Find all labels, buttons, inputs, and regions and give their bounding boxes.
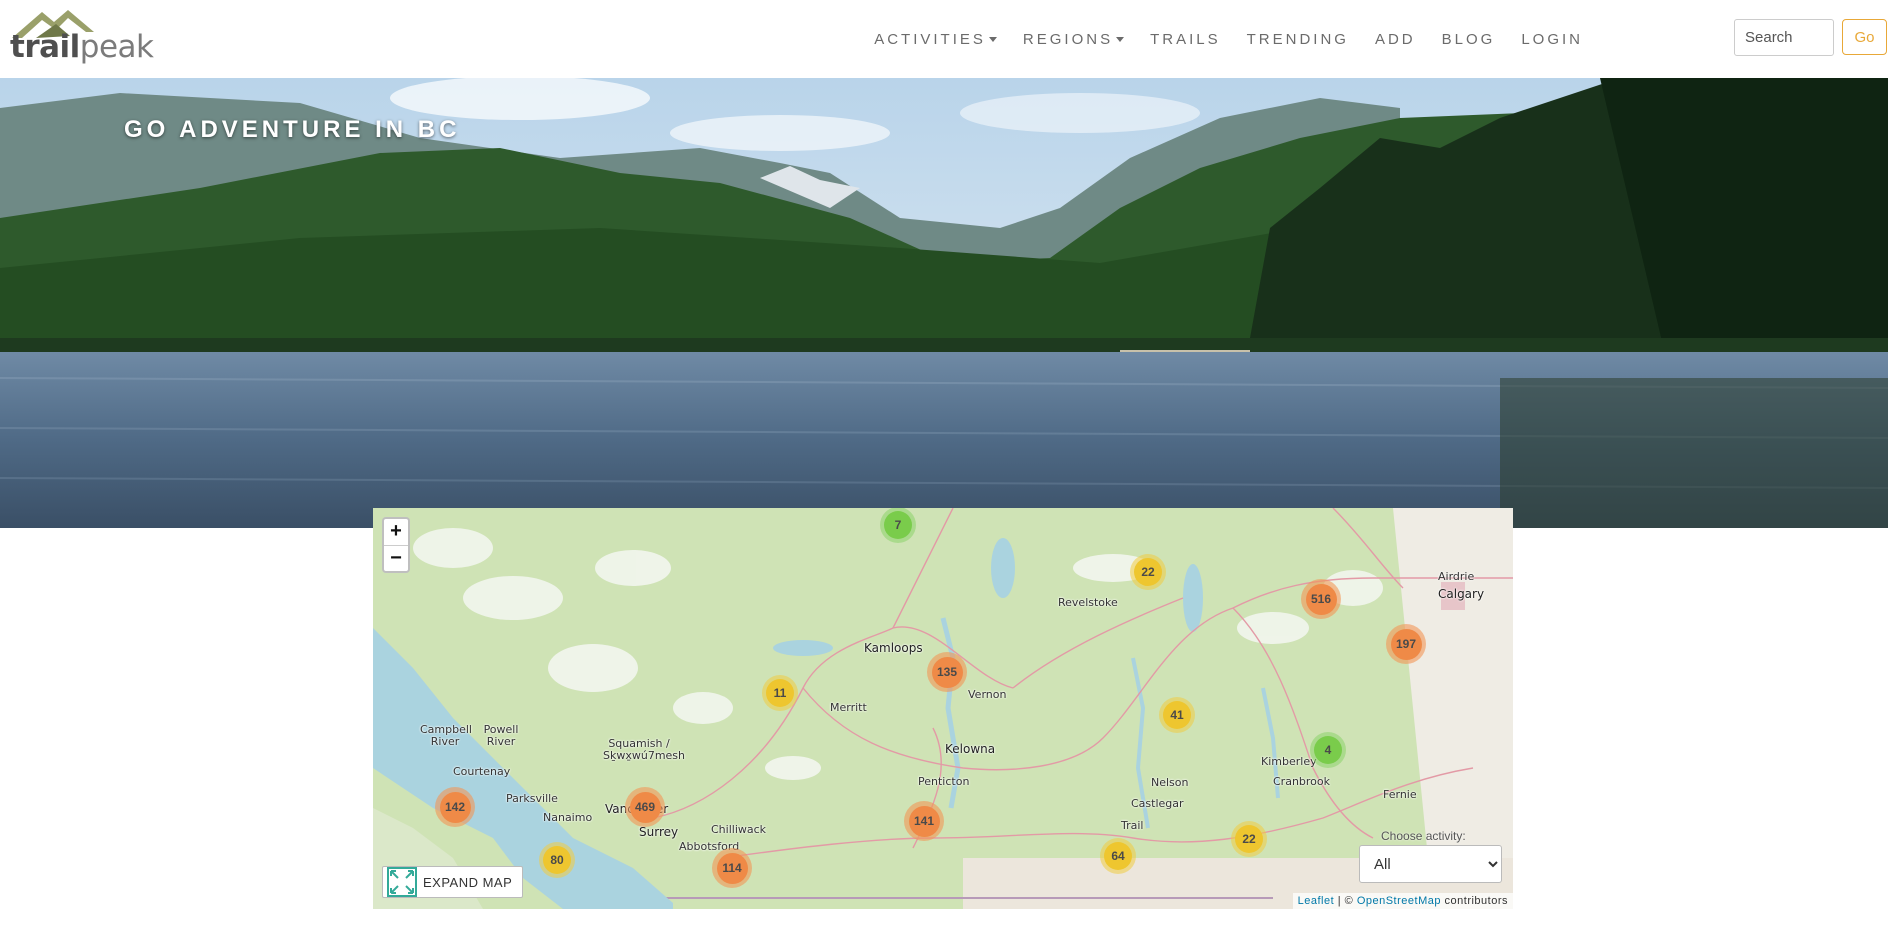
map-label-cranbrook: Cranbrook [1273,775,1331,788]
map-label-kelowna: Kelowna [945,742,996,756]
map-cluster-marker[interactable]: 135 [927,652,967,692]
expand-map-label: EXPAND MAP [423,874,513,890]
map-label-trail: Trail [1121,819,1144,832]
leaflet-link[interactable]: Leaflet [1298,895,1335,907]
map-cluster-marker[interactable]: 142 [435,787,475,827]
map-label-revelstoke: Revelstoke [1058,596,1118,609]
nav-item-label: TRAILS [1150,30,1221,48]
map-cluster-marker[interactable]: 469 [625,787,665,827]
nav-item-add[interactable]: ADD [1375,31,1416,48]
nav-item-label: ACTIVITIES [874,30,986,48]
map-cluster-marker[interactable]: 80 [539,842,575,878]
search-input[interactable] [1734,19,1834,56]
map-attribution: Leaflet | © OpenStreetMap contributors [1292,893,1513,909]
zoom-control: + − [382,517,410,573]
site-header: trailpeak ACTIVITIES REGIONS TRAILS TRENDIN… [0,0,1888,78]
attribution-tail: contributors [1440,895,1508,907]
nav-item-label: TRENDING [1246,30,1349,48]
map-cluster-marker[interactable]: 197 [1386,624,1426,664]
zoom-out-button[interactable]: − [384,545,408,571]
map-label-squamish: Squamish / Sḵwx̱wú7mesh [603,737,686,763]
cluster-count: 135 [931,656,963,688]
activity-select[interactable]: All [1359,845,1502,883]
go-button[interactable]: Go [1842,19,1887,55]
attribution-separator: | © [1334,895,1357,907]
map-cluster-marker[interactable]: 22 [1130,554,1166,590]
logo-text-peak: peak [79,29,154,65]
map-cluster-marker[interactable]: 4 [1310,732,1346,768]
map-label-penticton: Penticton [918,775,970,788]
cluster-count: 197 [1390,628,1422,660]
map-label-campbell: Campbell River [420,723,472,749]
map-label-airdrie: Airdrie [1438,570,1475,583]
caret-down-icon [1116,36,1125,42]
map-cluster-marker[interactable]: 11 [762,675,798,711]
cluster-count: 64 [1104,842,1132,870]
expand-map-button[interactable]: EXPAND MAP [382,866,524,898]
main-nav: ACTIVITIES REGIONS TRAILS TRENDING ADD BLOG LO… [848,0,1583,78]
cluster-count: 11 [766,679,794,707]
trailpeak-logo[interactable]: trailpeak [10,8,154,68]
nav-item-label: REGIONS [1022,30,1114,48]
nav-item-regions[interactable]: REGIONS [1022,30,1125,48]
logo-text-trail: trail [10,29,80,65]
cluster-count: 142 [439,791,471,823]
map-label-castlegar: Castlegar [1131,797,1184,810]
map-label-kimberley: Kimberley [1261,755,1317,768]
cluster-count: 22 [1134,558,1162,586]
nav-item-label: LOGIN [1521,30,1583,48]
map-label-kamloops: Kamloops [864,641,923,655]
cluster-count: 22 [1235,825,1263,853]
map-label-nelson: Nelson [1151,776,1189,789]
map-label-surrey: Surrey [639,825,679,839]
cluster-count: 7 [884,511,912,539]
map-label-fernie: Fernie [1383,788,1417,801]
nav-item-activities[interactable]: ACTIVITIES [874,31,997,48]
nav-item-login[interactable]: LOGIN [1521,31,1583,48]
map-cluster-marker[interactable]: 64 [1100,838,1136,874]
map-cluster-marker[interactable]: 114 [712,848,752,888]
map-label-chilliwack: Chilliwack [711,823,767,836]
hero-banner: GO ADVENTURE IN BC [0,78,1888,528]
cluster-count: 141 [908,805,940,837]
openstreetmap-link[interactable]: OpenStreetMap [1357,895,1441,907]
nav-item-trending[interactable]: TRENDING [1247,31,1349,48]
nav-item-label: ADD [1374,30,1416,48]
cluster-count: 114 [716,852,748,884]
nav-item-label: BLOG [1441,30,1496,48]
map-label-courtenay: Courtenay [453,765,511,778]
map-label-nanaimo: Nanaimo [543,811,593,824]
map-cluster-marker[interactable]: 516 [1301,579,1341,619]
lake-landscape-image [0,78,1888,528]
expand-icon [387,867,417,897]
map-label-calgary: Calgary [1438,587,1485,601]
cluster-count: 80 [543,846,571,874]
nav-item-trails[interactable]: TRAILS [1150,31,1221,48]
map-cluster-marker[interactable]: 41 [1159,697,1195,733]
cluster-count: 41 [1163,701,1191,729]
caret-down-icon [988,36,997,42]
map-cluster-marker[interactable]: 141 [904,801,944,841]
cluster-count: 516 [1305,583,1337,615]
logo-wordmark: trailpeak [10,29,154,65]
choose-activity-label: Choose activity: [1381,829,1466,843]
map-label-parksville: Parksville [506,792,558,805]
map-label-powell: Powell River [483,723,519,749]
map-label-vernon: Vernon [968,688,1007,701]
cluster-count: 4 [1314,736,1342,764]
trail-map[interactable]: Airdrie Calgary Revelstoke Kamloops Vernon Me… [373,508,1513,909]
hero-title: GO ADVENTURE IN BC [124,116,461,143]
map-label-merritt: Merritt [830,701,867,714]
map-cluster-marker[interactable]: 7 [880,508,916,543]
cluster-count: 469 [629,791,661,823]
nav-item-blog[interactable]: BLOG [1442,31,1496,48]
zoom-in-button[interactable]: + [384,519,408,545]
map-cluster-marker[interactable]: 22 [1231,821,1267,857]
